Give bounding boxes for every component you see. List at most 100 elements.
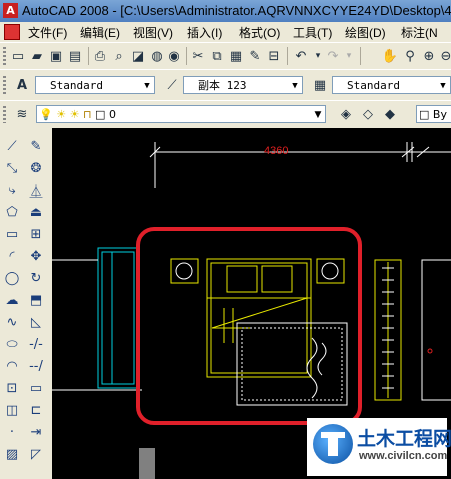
- erase-icon[interactable]: ✎: [28, 138, 44, 154]
- menu-file[interactable]: 文件(F): [28, 24, 67, 41]
- wall-block: [139, 448, 155, 479]
- dim-style-select[interactable]: 副本 123 ▼: [183, 76, 303, 94]
- ellipse-arc-icon[interactable]: ◠: [4, 358, 20, 374]
- table-style-value: Standard: [347, 79, 400, 92]
- chamfer-icon[interactable]: ◸: [28, 446, 44, 462]
- draw-modify-toolbars: ⟋ ✎ ⤡ ❂ ⤷ ⏅ ⬠ ⏏ ▭ ⊞ ◜ ✥ ◯ ↻ ☁ ⬒ ∿ ◺ ⬭ -/…: [0, 128, 52, 479]
- layer-previous-icon[interactable]: ◇: [360, 106, 376, 122]
- rotate-icon[interactable]: ↻: [28, 270, 44, 286]
- chevron-down-icon: ▼: [144, 81, 150, 91]
- scale-icon[interactable]: ⬒: [28, 292, 44, 308]
- save-icon[interactable]: ▣: [48, 48, 64, 64]
- menu-draw[interactable]: 绘图(D): [345, 24, 386, 41]
- styles-toolbar: A Standard ▼ ⟋ 副本 123 ▼ ▦ Standard ▼: [0, 69, 451, 101]
- zoom-previous-icon[interactable]: ⊖: [438, 48, 451, 64]
- right-wall: [421, 259, 451, 401]
- table-style-icon[interactable]: ▦: [312, 77, 328, 93]
- bed: [206, 258, 312, 378]
- open-icon[interactable]: ▰: [29, 48, 45, 64]
- zoom-window-icon[interactable]: ⊕: [421, 48, 437, 64]
- toolbar-grip[interactable]: [3, 47, 6, 65]
- chevron-down-icon: ▼: [292, 81, 298, 91]
- cut-icon[interactable]: ✂: [190, 48, 206, 64]
- extend-icon[interactable]: --/: [28, 358, 44, 374]
- color-control-value: By: [432, 108, 447, 121]
- pan-icon[interactable]: ✋: [382, 48, 398, 64]
- arc-icon[interactable]: ◜: [4, 248, 20, 264]
- preview-icon[interactable]: ⌕: [111, 48, 127, 64]
- insert-block-icon[interactable]: ⊡: [4, 380, 20, 396]
- 3d-dwf-icon[interactable]: ◉: [166, 48, 182, 64]
- layers-toolbar: ≋ 💡 ☀ ☀ ⊓ □ 0 ▼ ◈ ◇ ◆ □ By: [0, 100, 451, 129]
- array-icon[interactable]: ⊞: [28, 226, 44, 242]
- match-properties-icon[interactable]: ✎: [247, 48, 263, 64]
- construction-line-icon[interactable]: ⤡: [4, 160, 20, 176]
- point-icon[interactable]: ·: [4, 424, 20, 440]
- make-object-layer-current-icon[interactable]: ◈: [338, 106, 354, 122]
- zoom-realtime-icon[interactable]: ⚲: [402, 48, 418, 64]
- text-style-select[interactable]: Standard ▼: [35, 76, 155, 94]
- color-swatch: □: [419, 108, 430, 121]
- rug: [236, 322, 348, 406]
- stretch-icon[interactable]: ◺: [28, 314, 44, 330]
- move-icon[interactable]: ✥: [28, 248, 44, 264]
- make-block-icon[interactable]: ◫: [4, 402, 20, 418]
- menu-insert[interactable]: 插入(I): [187, 24, 222, 41]
- standard-toolbar: ▭ ▰ ▣ ▤ ⎙ ⌕ ◪ ◍ ◉ ✂ ⧉ ▦ ✎ ⊟ ↶ ▾ ↷ ▾ ✋ ⚲ …: [0, 42, 451, 70]
- paste-icon[interactable]: ▦: [228, 48, 244, 64]
- menu-view[interactable]: 视图(V): [133, 24, 173, 41]
- color-control-select[interactable]: □ By: [416, 105, 451, 123]
- save-as-icon[interactable]: ▤: [67, 48, 83, 64]
- menu-dimension[interactable]: 标注(N: [401, 24, 438, 41]
- hatch-icon[interactable]: ▨: [4, 446, 20, 462]
- dimension-text: 4360: [264, 145, 288, 157]
- polyline-icon[interactable]: ⤷: [4, 182, 20, 198]
- publish-icon[interactable]: ◍: [149, 48, 165, 64]
- chevron-down-icon: ▼: [440, 81, 446, 91]
- window-left: [97, 247, 139, 389]
- polygon-icon[interactable]: ⬠: [4, 204, 20, 220]
- layer-states-icon[interactable]: ◆: [382, 106, 398, 122]
- block-editor-icon[interactable]: ⊟: [266, 48, 282, 64]
- circle-icon[interactable]: ◯: [4, 270, 20, 286]
- print-icon[interactable]: ⎙: [92, 48, 108, 64]
- menu-edit[interactable]: 编辑(E): [80, 24, 120, 41]
- line-icon[interactable]: ⟋: [4, 138, 20, 154]
- join-icon[interactable]: ⇥: [28, 424, 44, 440]
- text-style-icon[interactable]: A: [14, 77, 30, 93]
- layer-manager-icon[interactable]: ≋: [14, 106, 30, 122]
- spline-icon[interactable]: ∿: [4, 314, 20, 330]
- undo-dropdown-icon[interactable]: ▾: [310, 48, 326, 64]
- toolbar-grip[interactable]: [3, 76, 6, 94]
- table-style-select[interactable]: Standard ▼: [332, 76, 451, 94]
- copy-object-icon[interactable]: ❂: [28, 160, 44, 176]
- break-icon[interactable]: ⊏: [28, 402, 44, 418]
- layer-vp-freeze-icon: ☀: [69, 108, 80, 121]
- undo-icon[interactable]: ↶: [293, 48, 309, 64]
- new-icon[interactable]: ▭: [10, 48, 26, 64]
- redo-dropdown-icon[interactable]: ▾: [341, 48, 357, 64]
- civilcn-logo: [313, 424, 353, 464]
- document-icon[interactable]: [4, 24, 20, 40]
- revision-cloud-icon[interactable]: ☁: [4, 292, 20, 308]
- rectangle-icon[interactable]: ▭: [4, 226, 20, 242]
- dim-style-icon[interactable]: ⟋: [164, 77, 180, 93]
- text-style-value: Standard: [50, 79, 103, 92]
- ellipse-icon[interactable]: ⬭: [4, 336, 20, 352]
- plot-icon[interactable]: ◪: [130, 48, 146, 64]
- trim-icon[interactable]: -/-: [28, 336, 44, 352]
- layer-on-bulb-icon: 💡: [39, 108, 53, 121]
- redo-icon[interactable]: ↷: [325, 48, 341, 64]
- menu-tools[interactable]: 工具(T): [293, 24, 332, 41]
- autocad-app-icon[interactable]: A: [3, 3, 18, 18]
- mirror-icon[interactable]: ⏅: [28, 182, 44, 200]
- layer-color-swatch: □: [95, 108, 106, 121]
- menu-format[interactable]: 格式(O): [239, 24, 280, 41]
- toolbar-grip[interactable]: [3, 106, 6, 123]
- window-title: AutoCAD 2008 - [C:\Users\Administrator.A…: [22, 3, 451, 18]
- dim-style-value: 副本 123: [198, 79, 247, 92]
- layer-select[interactable]: 💡 ☀ ☀ ⊓ □ 0 ▼: [36, 105, 326, 123]
- offset-icon[interactable]: ⏏: [28, 204, 44, 220]
- copy-icon[interactable]: ⧉: [209, 48, 225, 64]
- break-at-point-icon[interactable]: ▭: [28, 380, 44, 396]
